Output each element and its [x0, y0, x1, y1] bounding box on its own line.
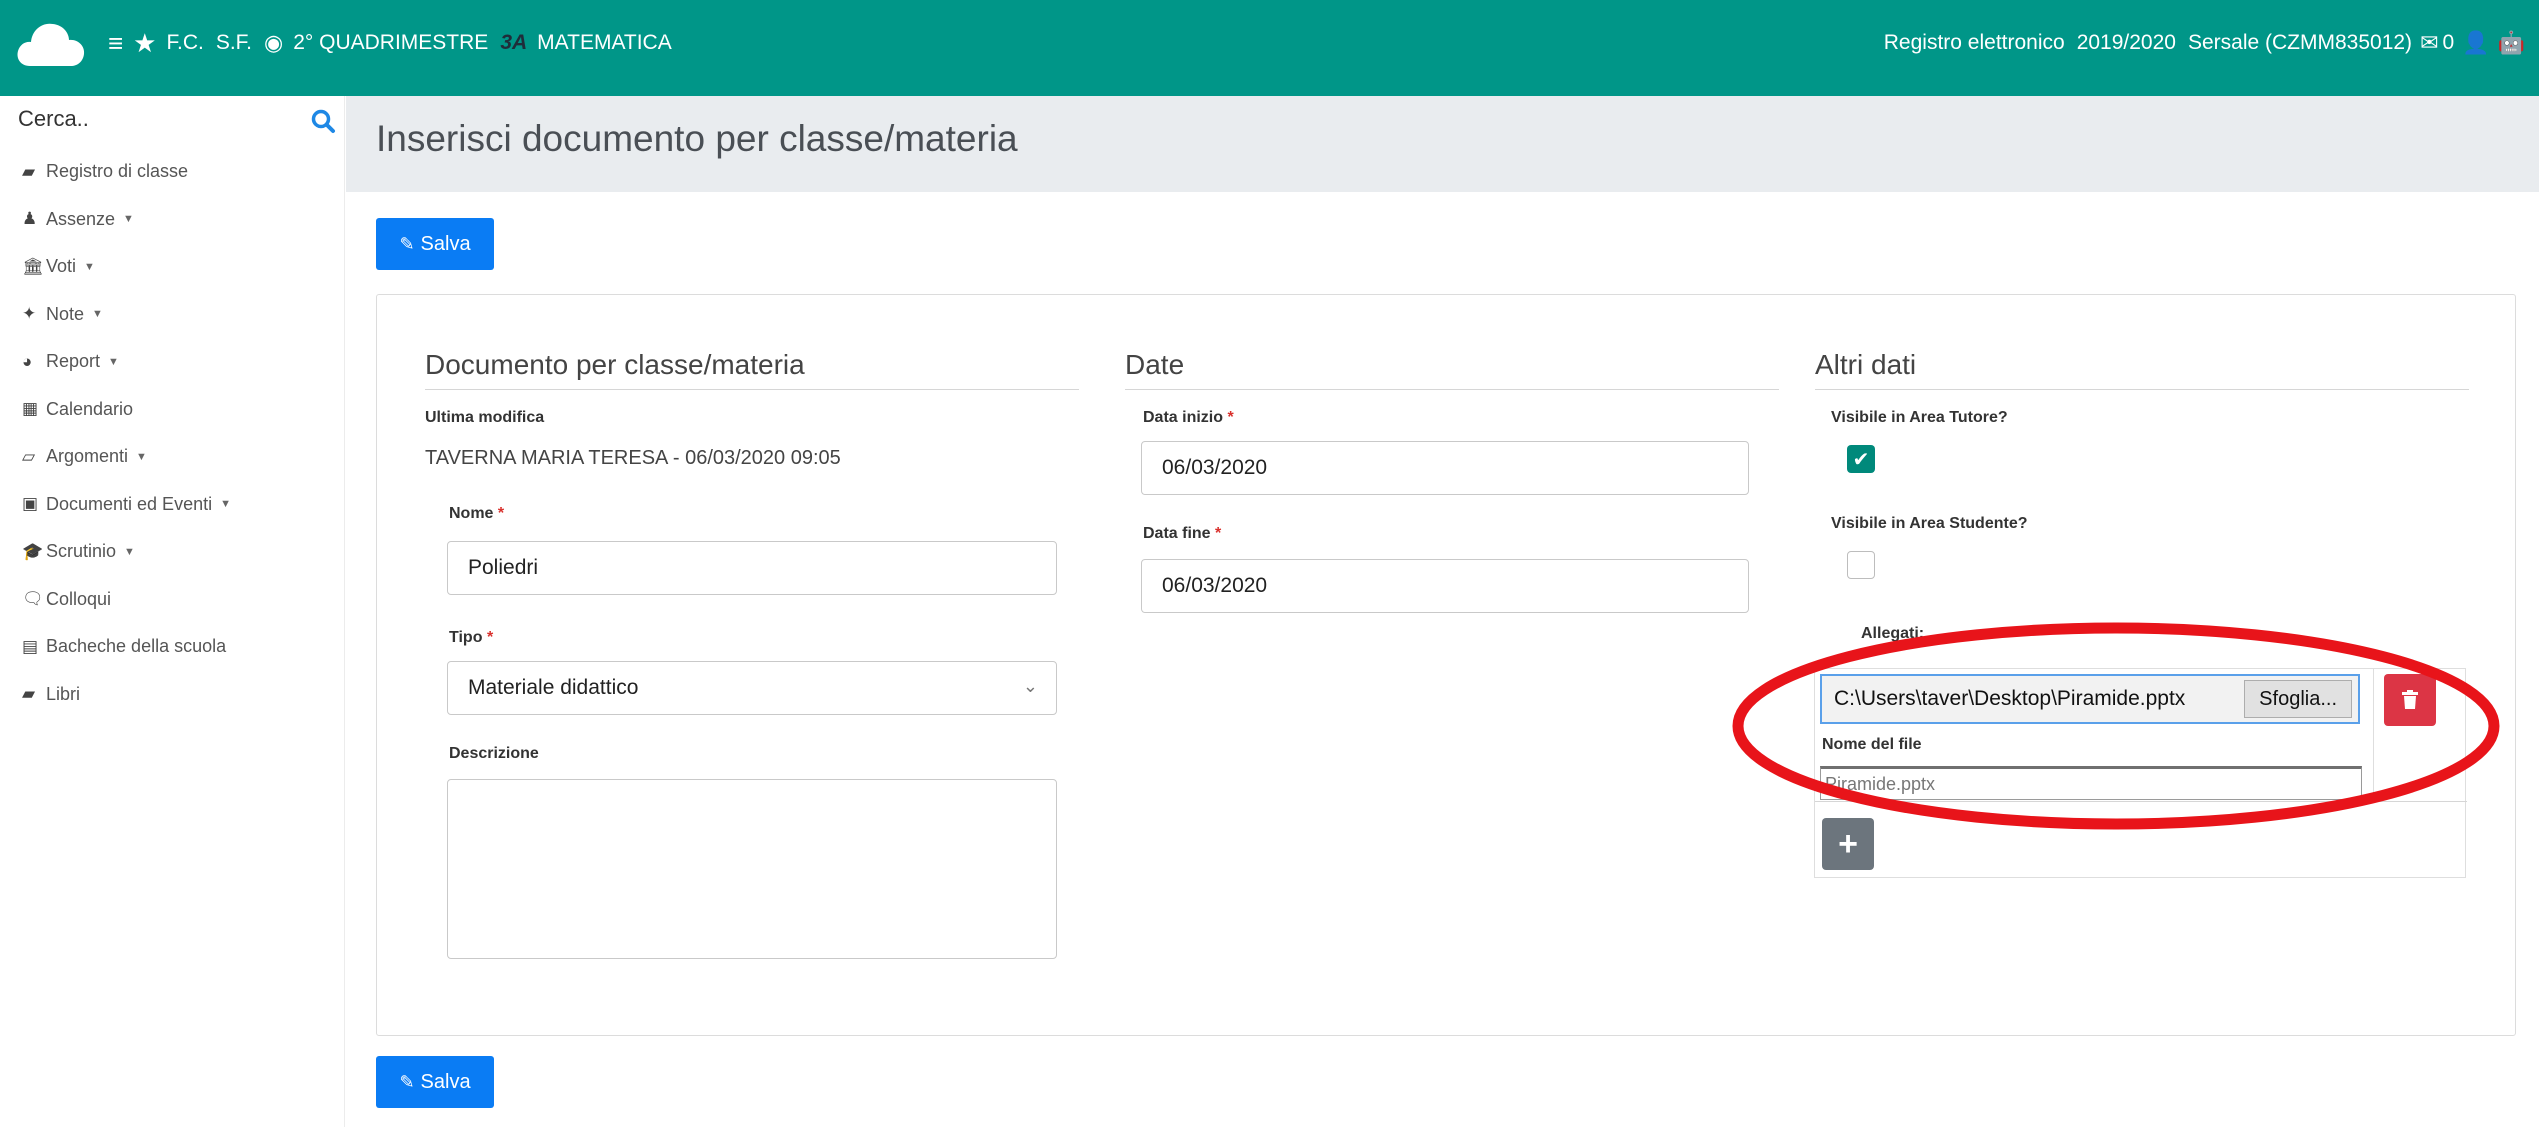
top-bar: ≡ ★ F.C. S.F. ◉ 2° QUADRIMESTRE 3A MATEM…	[0, 0, 2539, 96]
pin-icon: ✦	[22, 304, 37, 324]
end-date-input[interactable]: 06/03/2020	[1141, 559, 1749, 613]
dates-section-rule	[1125, 389, 1779, 390]
board-icon: ▤	[22, 636, 39, 656]
filename-input[interactable]: Piramide.pptx	[1820, 766, 2362, 800]
last-mod-value: TAVERNA MARIA TERESA - 06/03/2020 09:05	[425, 447, 841, 469]
edit-icon: ✎	[399, 233, 415, 254]
file-upload-input[interactable]: C:\Users\taver\Desktop\Piramide.pptx Sfo…	[1820, 674, 2360, 724]
graduation-cap-icon: 🎓	[22, 541, 44, 561]
school-label[interactable]: Sersale (CZMM835012)	[2188, 31, 2412, 55]
sidebar-item-documenti[interactable]: ▣ Documenti ed Eventi ▼	[22, 481, 231, 529]
chevron-down-icon: ⌄	[1022, 676, 1038, 696]
institution-icon: 🏛	[22, 256, 44, 276]
sidebar: Cerca.. ▰ Registro di classe ♟ Assenze ▼ 🏛 V…	[0, 96, 345, 1127]
doc-section-title: Documento per classe/materia	[425, 349, 805, 380]
caret-down-icon: ▼	[92, 308, 103, 321]
caret-down-icon: ▼	[136, 450, 147, 463]
caret-down-icon: ▼	[84, 260, 95, 273]
caret-down-icon: ▼	[124, 545, 135, 558]
type-select[interactable]: Materiale didattico ⌄	[447, 661, 1057, 715]
save-button-top[interactable]: ✎ Salva	[376, 218, 494, 270]
cloud-logo-icon[interactable]	[16, 18, 86, 70]
edit-icon: ✎	[399, 1071, 415, 1092]
class-label[interactable]: 3A	[500, 31, 527, 55]
tutor-visible-label: Visibile in Area Tutore?	[1831, 409, 2008, 426]
chat-icon: 🗨	[22, 589, 44, 609]
sidebar-item-assenze[interactable]: ♟ Assenze ▼	[22, 196, 231, 244]
type-label: Tipo *	[449, 629, 494, 646]
year-label[interactable]: 2019/2020	[2077, 31, 2176, 55]
sidebar-item-report[interactable]: ◕ Report ▼	[22, 338, 231, 386]
eye-icon[interactable]: ◉	[264, 32, 283, 54]
main-content: Inserisci documento per classe/materia ✎…	[346, 96, 2539, 1127]
check-icon: ✔	[1852, 448, 1870, 471]
subject-label[interactable]: MATEMATICA	[537, 31, 672, 55]
sidebar-item-voti[interactable]: 🏛 Voti ▼	[22, 243, 231, 291]
book-icon: ▰	[22, 161, 36, 181]
file-path-text: C:\Users\taver\Desktop\Piramide.pptx	[1834, 687, 2186, 710]
period-label[interactable]: 2° QUADRIMESTRE	[293, 31, 488, 55]
user-icon: ♟	[22, 209, 38, 229]
caret-down-icon: ▼	[108, 355, 119, 368]
end-date-label: Data fine *	[1143, 525, 1222, 542]
doc-section-rule	[425, 389, 1079, 390]
tutor-visible-checkbox[interactable]: ✔	[1847, 445, 1875, 473]
other-section-rule	[1815, 389, 2469, 390]
start-date-input[interactable]: 06/03/2020	[1141, 441, 1749, 495]
calendar-icon: ▦	[22, 399, 39, 419]
pie-chart-icon: ◕	[22, 351, 33, 371]
sidebar-item-bacheche[interactable]: ▤ Bacheche della scuola	[22, 623, 231, 671]
table-row-rule	[1815, 801, 2467, 802]
book-icon: ▰	[22, 684, 36, 704]
sf-link[interactable]: S.F.	[216, 31, 252, 55]
search-icon[interactable]	[310, 108, 336, 134]
hamburger-icon[interactable]: ≡	[108, 30, 123, 56]
page-title: Inserisci documento per classe/materia	[376, 118, 1018, 159]
sidebar-search[interactable]: Cerca..	[18, 102, 338, 138]
star-icon[interactable]: ★	[133, 30, 156, 56]
archive-icon: ▣	[22, 494, 39, 514]
attachments-label: Allegati:	[1861, 625, 1925, 642]
filename-label: Nome del file	[1822, 736, 1922, 753]
registro-label: Registro elettronico	[1883, 31, 2065, 54]
sidebar-item-argomenti[interactable]: ▱ Argomenti ▼	[22, 433, 231, 481]
robot-icon[interactable]: 🤖	[2498, 30, 2525, 56]
top-right-info: Registro elettronico 2019/2020 Sersale (…	[1872, 30, 2525, 56]
sidebar-item-colloqui[interactable]: 🗨 Colloqui	[22, 576, 231, 624]
sidebar-item-note[interactable]: ✦ Note ▼	[22, 291, 231, 339]
dates-section-title: Date	[1125, 349, 1185, 380]
folder-icon: ▱	[22, 446, 36, 466]
student-visible-label: Visibile in Area Studente?	[1831, 515, 2028, 532]
sidebar-nav: ▰ Registro di classe ♟ Assenze ▼ 🏛 Voti ▼ ✦ No…	[22, 148, 231, 718]
name-label: Nome *	[449, 505, 505, 522]
add-attachment-button[interactable]: +	[1822, 818, 1874, 870]
search-input[interactable]: Cerca..	[18, 106, 89, 132]
caret-down-icon: ▼	[220, 498, 231, 511]
sidebar-item-registro[interactable]: ▰ Registro di classe	[22, 148, 231, 196]
trash-icon	[2402, 690, 2418, 709]
browse-button[interactable]: Sfoglia...	[2244, 680, 2352, 718]
context-bar: ≡ ★ F.C. S.F. ◉ 2° QUADRIMESTRE 3A MATEM…	[108, 30, 684, 56]
sidebar-item-scrutinio[interactable]: 🎓 Scrutinio ▼	[22, 528, 231, 576]
fc-link[interactable]: F.C.	[166, 31, 203, 55]
envelope-icon[interactable]: ✉	[2420, 30, 2438, 56]
save-button-bottom[interactable]: ✎ Salva	[376, 1056, 494, 1108]
messages-count[interactable]: 0	[2443, 31, 2455, 55]
delete-attachment-button[interactable]	[2384, 674, 2436, 726]
other-section-title: Altri dati	[1815, 349, 1917, 380]
user-icon[interactable]: 👤	[2462, 30, 2489, 56]
page-header: Inserisci documento per classe/materia	[346, 96, 2539, 192]
sidebar-item-calendario[interactable]: ▦ Calendario	[22, 386, 231, 434]
table-divider	[2373, 669, 2374, 801]
description-label: Descrizione	[449, 745, 539, 762]
start-date-label: Data inizio *	[1143, 409, 1234, 426]
form-card: Documento per classe/materia Ultima modi…	[376, 294, 2516, 1036]
caret-down-icon: ▼	[123, 213, 134, 226]
sidebar-item-libri[interactable]: ▰ Libri	[22, 671, 231, 719]
description-textarea[interactable]	[447, 779, 1057, 959]
last-mod-label: Ultima modifica	[425, 409, 545, 426]
student-visible-checkbox[interactable]	[1847, 551, 1875, 579]
plus-icon: +	[1838, 824, 1858, 863]
name-input[interactable]: Poliedri	[447, 541, 1057, 595]
